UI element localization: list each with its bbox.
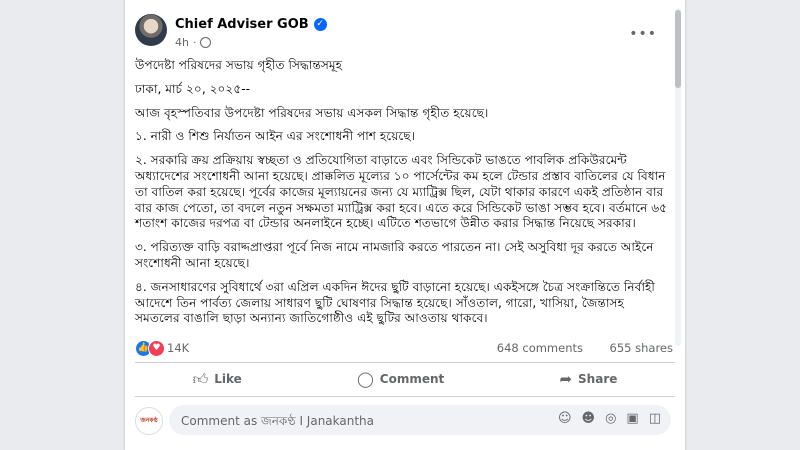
post-paragraph: উপদেষ্টা পরিষদের সভায় গৃহীত সিদ্ধান্তসম…: [135, 58, 343, 72]
author-name[interactable]: Chief Adviser GOB: [175, 17, 309, 32]
globe-icon[interactable]: [200, 37, 212, 48]
more-options-icon[interactable]: •••: [629, 26, 657, 42]
post-time[interactable]: 4h: [175, 36, 189, 49]
divider: [135, 396, 675, 397]
post-meta: 4h ·: [175, 36, 212, 49]
post-paragraph: ৩. পরিত্যক্ত বাড়ি বরাদ্দপ্রাপ্তরা পূর্ব…: [135, 240, 654, 270]
action-bar: 👍︎ Like ◯ Comment ➦ Share: [135, 364, 675, 394]
share-label: Share: [578, 372, 618, 386]
divider: [135, 362, 675, 363]
share-button[interactable]: ➦ Share: [549, 366, 627, 392]
share-arrow-icon: ➦: [559, 370, 573, 388]
reaction-icons[interactable]: 👍 ♥: [135, 340, 165, 357]
post-card: Chief Adviser GOB ✓ 4h · ••• উপদেষ্টা পর…: [124, 0, 686, 450]
page-avatar[interactable]: জনকণ্ঠ: [135, 407, 163, 435]
comment-button[interactable]: ◯ Comment: [347, 366, 454, 392]
gif-icon[interactable]: ▣: [626, 411, 638, 426]
thumbs-up-icon: 👍︎: [192, 369, 209, 388]
scrollbar-thumb[interactable]: [675, 10, 681, 88]
love-reaction-icon: ♥: [148, 340, 165, 357]
comment-placeholder: Comment as জনকণ্ঠ I Janakantha: [181, 414, 375, 428]
like-label: Like: [214, 372, 242, 386]
post-paragraph: আজ বৃহস্পতিবার উপদেষ্টা পরিষদের সভায় এস…: [135, 105, 489, 120]
dot-separator: ·: [192, 36, 197, 49]
comment-tools: ☺ ☻ ◎ ▣ ◫: [558, 411, 661, 426]
reaction-count[interactable]: 14K: [167, 341, 189, 355]
like-button[interactable]: 👍︎ Like: [183, 366, 252, 393]
post-body: উপদেষ্টা পরিষদের সভায় গৃহীত সিদ্ধান্তসম…: [135, 58, 670, 335]
comment-input[interactable]: Comment as জনকণ্ঠ I Janakantha ☺ ☻ ◎ ▣ ◫: [169, 405, 671, 435]
verified-badge-icon: ✓: [313, 18, 327, 31]
post-paragraph: ঢাকা, মার্চ ২০, ২০২৫--: [135, 81, 251, 96]
post-paragraph: ১. নারী ও শিশু নির্যাতন আইন এর সংশোধনী প…: [135, 129, 416, 144]
comments-count[interactable]: 648 comments: [497, 341, 583, 355]
comment-bubble-icon: ◯: [357, 370, 374, 388]
comment-label: Comment: [379, 372, 445, 386]
author-avatar[interactable]: [135, 14, 167, 46]
sticker-icon[interactable]: ◫: [649, 411, 661, 426]
comment-composer: জনকণ্ঠ Comment as জনকণ্ঠ I Janakantha ☺ …: [135, 405, 675, 435]
post-header: Chief Adviser GOB ✓ 4h · •••: [135, 14, 675, 54]
shares-count[interactable]: 655 shares: [610, 341, 673, 355]
camera-icon[interactable]: ◎: [605, 411, 616, 426]
author-row: Chief Adviser GOB ✓: [175, 17, 327, 32]
post-paragraph: ৪. জনসাধারণের সুবিধার্থে ৩রা এপ্রিল একদি…: [135, 279, 655, 326]
post-paragraph: ২. সরকারি ক্রয় প্রক্রিয়ায় স্বচ্ছতা ও …: [135, 153, 668, 231]
reactions-bar: 👍 ♥ 14K 648 comments 655 shares: [135, 340, 675, 358]
emoji-icon[interactable]: ☻: [582, 411, 596, 426]
avatar-sticker-icon[interactable]: ☺: [558, 411, 572, 426]
